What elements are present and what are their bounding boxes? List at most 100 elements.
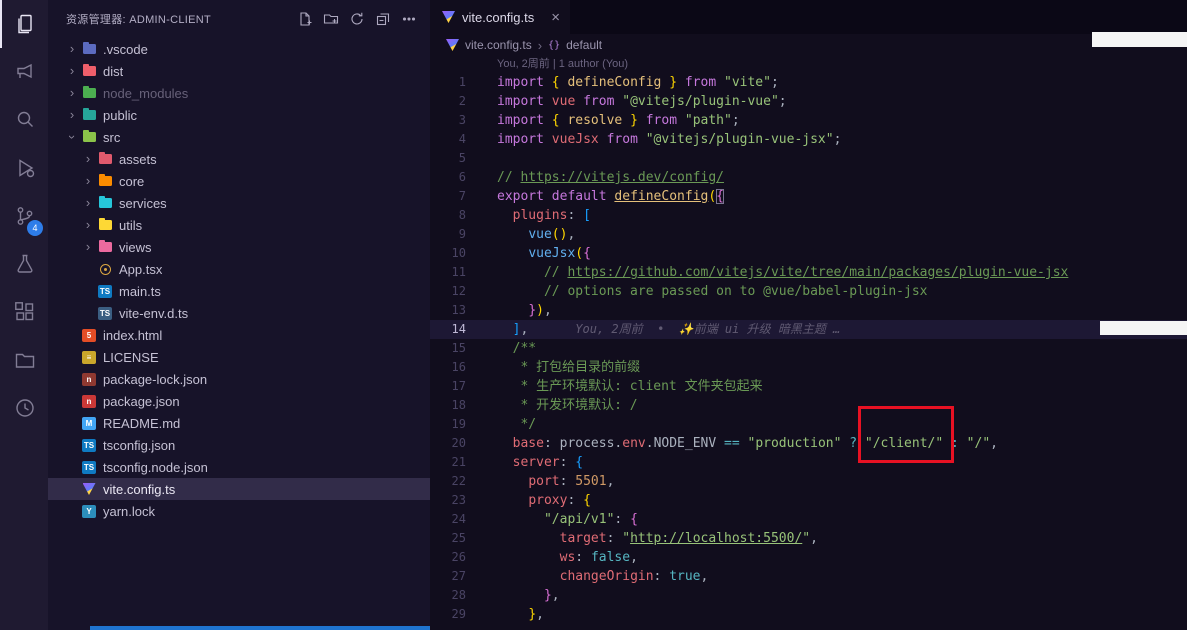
tree-item-yarn.lock[interactable]: Yyarn.lock xyxy=(48,500,430,522)
new-file-button[interactable] xyxy=(294,8,316,30)
tree-item-.vscode[interactable]: ›.vscode xyxy=(48,38,430,60)
code-line-1[interactable]: 1import { defineConfig } from "vite"; xyxy=(430,73,1187,92)
code-line-17[interactable]: 17 * 生产环境默认: client 文件夹包起来 xyxy=(430,377,1187,396)
tree-item-tsconfig.node.json[interactable]: TStsconfig.node.json xyxy=(48,456,430,478)
breadcrumb-file[interactable]: vite.config.ts xyxy=(465,38,532,52)
code-line-3[interactable]: 3import { resolve } from "path"; xyxy=(430,111,1187,130)
line-number: 17 xyxy=(430,377,466,396)
code-line-16[interactable]: 16 * 打包给目录的前缀 xyxy=(430,358,1187,377)
code-line-5[interactable]: 5 xyxy=(430,149,1187,168)
test-activity-button[interactable] xyxy=(0,240,48,288)
tree-item-tsconfig.json[interactable]: TStsconfig.json xyxy=(48,434,430,456)
tree-item-node_modules[interactable]: ›node_modules xyxy=(48,82,430,104)
tree-item-core[interactable]: ›core xyxy=(48,170,430,192)
run-debug-icon xyxy=(13,156,37,180)
refresh-button[interactable] xyxy=(346,8,368,30)
clock-icon xyxy=(13,396,37,420)
tree-item-services[interactable]: ›services xyxy=(48,192,430,214)
source-control-activity-button[interactable]: 4 xyxy=(0,192,48,240)
folder-icon xyxy=(96,176,114,186)
tree-item-label: vite-env.d.ts xyxy=(119,306,188,321)
extensions-activity-button[interactable] xyxy=(0,288,48,336)
tree-item-package.json[interactable]: npackage.json xyxy=(48,390,430,412)
tree-item-public[interactable]: ›public xyxy=(48,104,430,126)
run-debug-activity-button[interactable] xyxy=(0,144,48,192)
announcement-activity-button[interactable] xyxy=(0,48,48,96)
code-line-25[interactable]: 25 target: "http://localhost:5500/", xyxy=(430,529,1187,548)
tree-item-vite.config.ts[interactable]: vite.config.ts xyxy=(48,478,430,500)
new-folder-button[interactable] xyxy=(320,8,342,30)
tree-item-label: README.md xyxy=(103,416,180,431)
code-line-15[interactable]: 15 /** xyxy=(430,339,1187,358)
line-text: ], You, 2周前 • ✨前端 ui 升级 暗黑主题 … xyxy=(497,320,840,339)
code-line-23[interactable]: 23 proxy: { xyxy=(430,491,1187,510)
code-line-6[interactable]: 6// https://vitejs.dev/config/ xyxy=(430,168,1187,187)
code-editor[interactable]: 1import { defineConfig } from "vite";2im… xyxy=(430,73,1187,624)
tree-item-main.ts[interactable]: TSmain.ts xyxy=(48,280,430,302)
tree-item-vite-env.d.ts[interactable]: TSvite-env.d.ts xyxy=(48,302,430,324)
chevron-right-icon: › xyxy=(80,214,96,236)
code-line-24[interactable]: 24 "/api/v1": { xyxy=(430,510,1187,529)
code-line-10[interactable]: 10 vueJsx({ xyxy=(430,244,1187,263)
codelens-blame[interactable]: You, 2周前 | 1 author (You) xyxy=(430,56,1187,73)
more-actions-button[interactable] xyxy=(398,8,420,30)
file-icon: ≡ xyxy=(80,351,98,364)
white-overlay-line14 xyxy=(1100,321,1187,335)
code-line-11[interactable]: 11 // https://github.com/vitejs/vite/tre… xyxy=(430,263,1187,282)
timeline-activity-button[interactable] xyxy=(0,384,48,432)
code-line-13[interactable]: 13 }), xyxy=(430,301,1187,320)
tab-vite-config-ts[interactable]: vite.config.ts × xyxy=(430,0,570,34)
line-text: server: { xyxy=(497,453,583,472)
code-line-8[interactable]: 8 plugins: [ xyxy=(430,206,1187,225)
tree-item-dist[interactable]: ›dist xyxy=(48,60,430,82)
vite-icon xyxy=(442,11,455,23)
project-activity-button[interactable] xyxy=(0,336,48,384)
explorer-activity-button[interactable] xyxy=(0,0,48,48)
search-icon xyxy=(13,108,37,132)
line-number: 29 xyxy=(430,605,466,624)
tree-item-label: src xyxy=(103,130,120,145)
code-line-21[interactable]: 21 server: { xyxy=(430,453,1187,472)
chevron-right-icon: › xyxy=(64,38,80,60)
tree-item-index.html[interactable]: 5index.html xyxy=(48,324,430,346)
code-line-20[interactable]: 20 base: process.env.NODE_ENV == "produc… xyxy=(430,434,1187,453)
file-icon: TS xyxy=(96,285,114,298)
tree-item-views[interactable]: ›views xyxy=(48,236,430,258)
chevron-right-icon: › xyxy=(80,236,96,258)
collapse-all-button[interactable] xyxy=(372,8,394,30)
tree-item-utils[interactable]: ›utils xyxy=(48,214,430,236)
code-line-18[interactable]: 18 * 开发环境默认: / xyxy=(430,396,1187,415)
code-line-9[interactable]: 9 vue(), xyxy=(430,225,1187,244)
tree-item-package-lock.json[interactable]: npackage-lock.json xyxy=(48,368,430,390)
code-line-28[interactable]: 28 }, xyxy=(430,586,1187,605)
code-line-14[interactable]: 14 ], You, 2周前 • ✨前端 ui 升级 暗黑主题 … xyxy=(430,320,1187,339)
code-line-19[interactable]: 19 */ xyxy=(430,415,1187,434)
file-icon: n xyxy=(80,395,98,408)
tree-item-README.md[interactable]: M README.md xyxy=(48,412,430,434)
folder-icon xyxy=(80,88,98,98)
line-number: 12 xyxy=(430,282,466,301)
line-number: 1 xyxy=(430,73,466,92)
tree-item-assets[interactable]: ›assets xyxy=(48,148,430,170)
code-line-2[interactable]: 2import vue from "@vitejs/plugin-vue"; xyxy=(430,92,1187,111)
code-line-12[interactable]: 12 // options are passed on to @vue/babe… xyxy=(430,282,1187,301)
breadcrumb-symbol[interactable]: default xyxy=(566,38,602,52)
code-line-4[interactable]: 4import vueJsx from "@vitejs/plugin-vue-… xyxy=(430,130,1187,149)
search-activity-button[interactable] xyxy=(0,96,48,144)
code-line-7[interactable]: 7export default defineConfig({ xyxy=(430,187,1187,206)
tab-close-icon[interactable]: × xyxy=(551,10,560,25)
line-number: 13 xyxy=(430,301,466,320)
file-icon: M xyxy=(80,417,98,430)
code-line-29[interactable]: 29 }, xyxy=(430,605,1187,624)
code-line-26[interactable]: 26 ws: false, xyxy=(430,548,1187,567)
tree-item-App.tsx[interactable]: App.tsx xyxy=(48,258,430,280)
code-line-27[interactable]: 27 changeOrigin: true, xyxy=(430,567,1187,586)
tree-item-LICENSE[interactable]: ≡ LICENSE xyxy=(48,346,430,368)
tree-item-src[interactable]: ›src xyxy=(48,126,430,148)
explorer-sidebar: 资源管理器: ADMIN-CLIENT ›.vscode›dis xyxy=(48,0,430,630)
line-text: import vueJsx from "@vitejs/plugin-vue-j… xyxy=(497,130,841,149)
code-line-22[interactable]: 22 port: 5501, xyxy=(430,472,1187,491)
tree-item-label: LICENSE xyxy=(103,350,159,365)
line-number: 9 xyxy=(430,225,466,244)
tree-item-label: App.tsx xyxy=(119,262,162,277)
